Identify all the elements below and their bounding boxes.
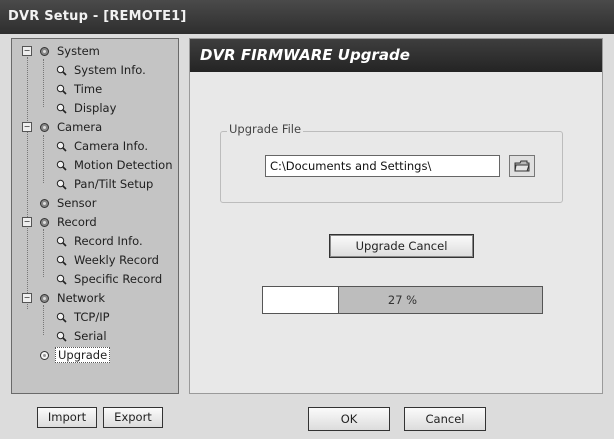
- dvr-setup-window: DVR Setup - [REMOTE1] − System System In…: [0, 0, 614, 439]
- collapse-toggle-system[interactable]: −: [22, 46, 32, 56]
- tree-item-tcp-ip[interactable]: TCP/IP: [56, 308, 112, 326]
- magnifier-icon: [56, 179, 67, 190]
- collapse-toggle-network[interactable]: −: [22, 293, 32, 303]
- tree-label-sensor: Sensor: [57, 196, 97, 210]
- magnifier-icon: [56, 312, 67, 323]
- panel-title: DVR FIRMWARE Upgrade: [200, 46, 410, 64]
- tree-label-network: Network: [57, 291, 106, 305]
- magnifier-icon: [56, 160, 67, 171]
- ok-button[interactable]: OK: [308, 407, 390, 431]
- tree-node-record[interactable]: Record: [39, 213, 99, 231]
- magnifier-icon: [56, 141, 67, 152]
- tree-label-tcp-ip: TCP/IP: [74, 310, 110, 324]
- cancel-button[interactable]: Cancel: [404, 407, 486, 431]
- tree-item-motion-detection[interactable]: Motion Detection: [56, 156, 175, 174]
- tree-label-pan-tilt-setup: Pan/Tilt Setup: [74, 177, 154, 191]
- panel-header: DVR FIRMWARE Upgrade: [190, 39, 602, 72]
- tree-label-upgrade: Upgrade: [55, 347, 111, 363]
- tree-item-weekly-record[interactable]: Weekly Record: [56, 251, 161, 269]
- window-title: DVR Setup - [REMOTE1]: [8, 9, 187, 24]
- tree-node-upgrade[interactable]: Upgrade: [39, 346, 111, 364]
- tree-label-system: System: [57, 44, 100, 58]
- tree-node-network[interactable]: Network: [39, 289, 107, 307]
- tree-item-pan-tilt-setup[interactable]: Pan/Tilt Setup: [56, 175, 155, 193]
- tree-connector-line: [43, 135, 44, 183]
- magnifier-icon: [56, 255, 67, 266]
- collapse-toggle-record[interactable]: −: [22, 217, 32, 227]
- collapse-toggle-camera[interactable]: −: [22, 122, 32, 132]
- tree-item-serial[interactable]: Serial: [56, 327, 109, 345]
- tree-label-time: Time: [74, 82, 103, 96]
- tree-node-camera[interactable]: Camera: [39, 118, 104, 136]
- tree-node-system[interactable]: System: [39, 42, 102, 60]
- upgrade-file-group-label: Upgrade File: [227, 122, 304, 136]
- folder-icon: [514, 160, 530, 172]
- title-bar[interactable]: DVR Setup - [REMOTE1]: [0, 0, 614, 34]
- export-button[interactable]: Export: [103, 407, 163, 428]
- tree-connector-line: [27, 57, 28, 309]
- tree-label-specific-record: Specific Record: [74, 272, 163, 286]
- upgrade-file-path-input[interactable]: C:\Documents and Settings\: [265, 155, 500, 177]
- tree-connector-line: [43, 305, 44, 335]
- tree-item-camera-info[interactable]: Camera Info.: [56, 137, 150, 155]
- tree-label-weekly-record: Weekly Record: [74, 253, 159, 267]
- upgrade-progress-bar: 27 %: [262, 286, 543, 314]
- tree-node-sensor[interactable]: Sensor: [39, 194, 98, 212]
- tree-connector-line: [43, 59, 44, 107]
- tree-label-system-info: System Info.: [74, 63, 146, 77]
- tree-item-specific-record[interactable]: Specific Record: [56, 270, 164, 288]
- tree-label-camera-info: Camera Info.: [74, 139, 149, 153]
- gear-node-icon: [40, 294, 49, 303]
- progress-text: 27 %: [387, 293, 418, 307]
- magnifier-icon: [56, 331, 67, 342]
- magnifier-icon: [56, 103, 67, 114]
- gear-node-icon: [40, 218, 49, 227]
- settings-tree: − System System Info. Time Display − Cam…: [11, 38, 179, 394]
- magnifier-icon: [56, 65, 67, 76]
- tree-item-display[interactable]: Display: [56, 99, 118, 117]
- tree-label-record: Record: [57, 215, 97, 229]
- tree-label-serial: Serial: [74, 329, 107, 343]
- upgrade-panel: DVR FIRMWARE Upgrade Upgrade File C:\Doc…: [189, 38, 603, 394]
- magnifier-icon: [56, 84, 67, 95]
- tree-label-camera: Camera: [57, 120, 103, 134]
- magnifier-icon: [56, 274, 67, 285]
- gear-node-icon: [40, 351, 49, 360]
- tree-label-motion-detection: Motion Detection: [74, 158, 173, 172]
- upgrade-cancel-button[interactable]: Upgrade Cancel: [329, 234, 474, 258]
- tree-connector-line: [43, 229, 44, 277]
- gear-node-icon: [40, 123, 49, 132]
- browse-button[interactable]: [509, 155, 535, 177]
- gear-node-icon: [40, 199, 49, 208]
- tree-label-record-info: Record Info.: [74, 234, 143, 248]
- magnifier-icon: [56, 236, 67, 247]
- tree-item-record-info[interactable]: Record Info.: [56, 232, 145, 250]
- tree-item-time[interactable]: Time: [56, 80, 104, 98]
- gear-node-icon: [40, 47, 49, 56]
- import-button[interactable]: Import: [37, 407, 97, 428]
- tree-item-system-info[interactable]: System Info.: [56, 61, 148, 79]
- tree-label-display: Display: [74, 101, 117, 115]
